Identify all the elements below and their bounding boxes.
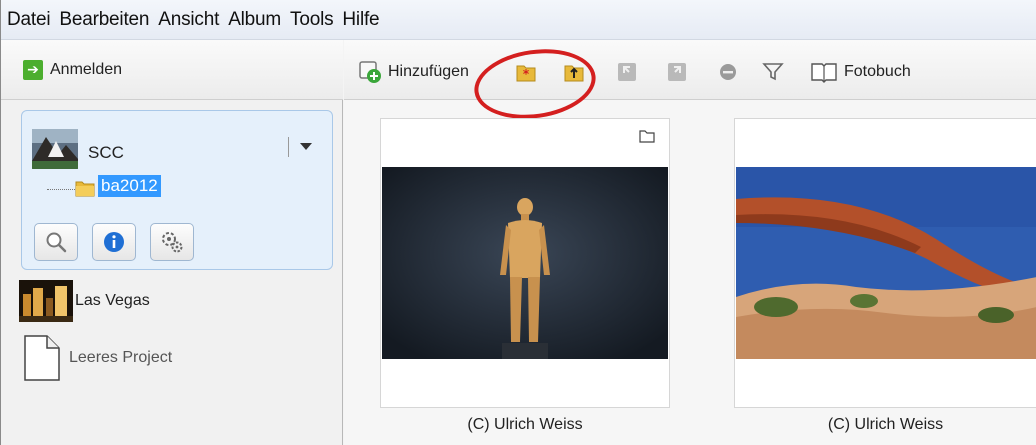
active-album-panel: SCC ba2012	[21, 110, 333, 270]
album-name: SCC	[88, 143, 124, 162]
toolbar: Hinzufügen * Fotobuch	[344, 40, 1036, 127]
folder-icon	[74, 177, 96, 199]
login-label: Anmelden	[50, 60, 123, 78]
album-thumbnail[interactable]	[32, 129, 78, 169]
project-thumbnail	[19, 280, 73, 322]
add-label: Hinzufügen	[388, 63, 469, 80]
photo-card[interactable]	[380, 118, 670, 408]
tree-connector	[47, 189, 77, 190]
rotate-left-icon	[618, 63, 636, 81]
settings-icon	[162, 232, 183, 253]
settings-button[interactable]	[150, 223, 194, 261]
menu-ansicht[interactable]: Ansicht	[158, 9, 219, 31]
menu-album[interactable]: Album	[228, 9, 281, 31]
menu-bar: Datei Bearbeiten Ansicht Album Tools Hil…	[1, 0, 1036, 40]
new-album-icon: *	[516, 65, 536, 82]
info-button[interactable]	[92, 223, 136, 261]
search-button[interactable]	[34, 223, 78, 261]
photobook-button[interactable]: Fotobuch	[810, 60, 911, 84]
photo-caption: (C) Ulrich Weiss	[467, 416, 583, 433]
photo-card[interactable]	[734, 118, 1036, 408]
folder-outline-icon	[639, 130, 655, 143]
filter-icon	[762, 63, 784, 81]
chevron-down-icon[interactable]	[300, 143, 312, 150]
left-pane: ➔ Anmelden SCC ba2012 Las Vegas Leeres P…	[1, 40, 343, 445]
document-icon	[24, 335, 60, 381]
remove-icon	[720, 64, 736, 80]
book-icon	[811, 63, 837, 83]
add-button[interactable]: Hinzufügen	[358, 60, 469, 84]
add-photo-icon	[359, 61, 381, 83]
menu-tools[interactable]: Tools	[290, 9, 334, 31]
menu-datei[interactable]: Datei	[7, 9, 51, 31]
login-button[interactable]: ➔ Anmelden	[1, 40, 343, 100]
photo-image	[736, 167, 1036, 359]
highlight-circle	[469, 41, 601, 127]
search-icon	[46, 232, 67, 253]
app-window: Datei Bearbeiten Ansicht Album Tools Hil…	[0, 0, 1036, 445]
project-name: Leeres Project	[69, 349, 173, 366]
export-album-button[interactable]	[562, 60, 586, 84]
right-pane: Hinzufügen * Fotobuch (C) Ulrich Weiss (…	[344, 40, 1036, 445]
rotate-right-icon	[668, 63, 686, 81]
export-folder-icon	[564, 65, 584, 82]
dropdown-divider	[288, 137, 289, 157]
rotate-left-button[interactable]	[616, 60, 638, 84]
photo-caption: (C) Ulrich Weiss	[827, 416, 944, 433]
rotate-right-button[interactable]	[666, 60, 688, 84]
filter-button[interactable]	[762, 60, 784, 84]
remove-button[interactable]	[718, 60, 738, 84]
photobook-label: Fotobuch	[844, 63, 911, 80]
photo-image	[382, 167, 668, 359]
new-album-button[interactable]: *	[514, 60, 538, 84]
login-arrow-icon: ➔	[23, 59, 43, 80]
project-item[interactable]: Leeres Project	[19, 334, 172, 382]
tree-folder-ba2012[interactable]: ba2012	[98, 175, 161, 197]
project-item[interactable]: Las Vegas	[19, 280, 150, 322]
menu-bearbeiten[interactable]: Bearbeiten	[59, 9, 149, 31]
svg-text:*: *	[523, 67, 530, 81]
project-name: Las Vegas	[75, 292, 150, 309]
menu-hilfe[interactable]: Hilfe	[342, 9, 379, 31]
info-icon	[104, 232, 124, 252]
